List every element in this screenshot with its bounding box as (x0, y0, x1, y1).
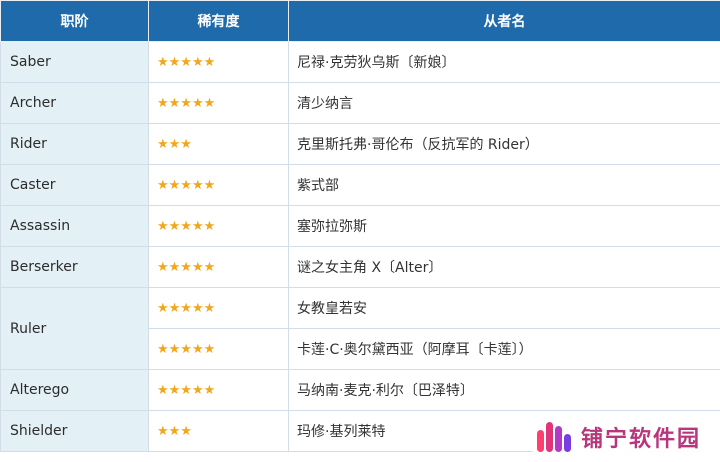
table-row: Berserker ★★★★★ 谜之女主角 X〔Alter〕 (0, 246, 720, 288)
watermark-text: 铺宁软件园 (581, 427, 702, 452)
servant-name: 尼禄·克劳狄乌斯〔新娘〕 (288, 41, 720, 83)
servant-name: 谜之女主角 X〔Alter〕 (288, 246, 720, 288)
rarity-stars: ★★★ (148, 123, 289, 165)
servant-name: 塞弥拉弥斯 (288, 205, 720, 247)
class-cell: Caster (0, 164, 149, 206)
class-cell: Assassin (0, 205, 149, 247)
table-row: Assassin ★★★★★ 塞弥拉弥斯 (0, 205, 720, 247)
table-row: Ruler ★★★★★ 女教皇若安 (0, 287, 720, 370)
class-cell: Ruler (0, 287, 149, 370)
rarity-stars: ★★★★★ (148, 41, 289, 83)
class-cell: Berserker (0, 246, 149, 288)
class-cell: Shielder (0, 410, 149, 452)
table-row: Saber ★★★★★ 尼禄·克劳狄乌斯〔新娘〕 (0, 41, 720, 83)
rarity-stars: ★★★★★ (148, 328, 289, 370)
servant-name: 克里斯托弗·哥伦布（反抗军的 Rider） (288, 123, 720, 165)
header-row: 职阶 稀有度 从者名 (0, 0, 720, 42)
servant-name: 马纳南·麦克·利尔〔巴泽特〕 (288, 369, 720, 411)
table-row: Alterego ★★★★★ 马纳南·麦克·利尔〔巴泽特〕 (0, 369, 720, 411)
rarity-stars: ★★★★★ (148, 205, 289, 247)
header-rarity: 稀有度 (148, 0, 289, 42)
class-cell: Archer (0, 82, 149, 124)
header-class: 职阶 (0, 0, 149, 42)
table-row: Archer ★★★★★ 清少纳言 (0, 82, 720, 124)
servant-name: 紫式部 (288, 164, 720, 206)
header-servant-name: 从者名 (288, 0, 720, 42)
servant-name: 清少纳言 (288, 82, 720, 124)
class-cell: Rider (0, 123, 149, 165)
servant-name: 女教皇若安 (288, 287, 720, 329)
rarity-stars: ★★★★★ (148, 246, 289, 288)
class-cell: Saber (0, 41, 149, 83)
rarity-stars: ★★★★★ (148, 82, 289, 124)
table-row: Rider ★★★ 克里斯托弗·哥伦布（反抗军的 Rider） (0, 123, 720, 165)
watermark: 铺宁软件园 (533, 412, 720, 462)
rarity-stars: ★★★★★ (148, 369, 289, 411)
table-row: Caster ★★★★★ 紫式部 (0, 164, 720, 206)
rarity-stars: ★★★ (148, 410, 289, 452)
rarity-stars: ★★★★★ (148, 164, 289, 206)
servant-table: 职阶 稀有度 从者名 Saber ★★★★★ 尼禄·克劳狄乌斯〔新娘〕 Arch… (0, 0, 720, 452)
bar-logo-icon (537, 420, 571, 454)
servant-name: 卡莲·C·奥尔黛西亚（阿摩耳〔卡莲〕） (288, 328, 720, 370)
rarity-stars: ★★★★★ (148, 287, 289, 329)
class-cell: Alterego (0, 369, 149, 411)
